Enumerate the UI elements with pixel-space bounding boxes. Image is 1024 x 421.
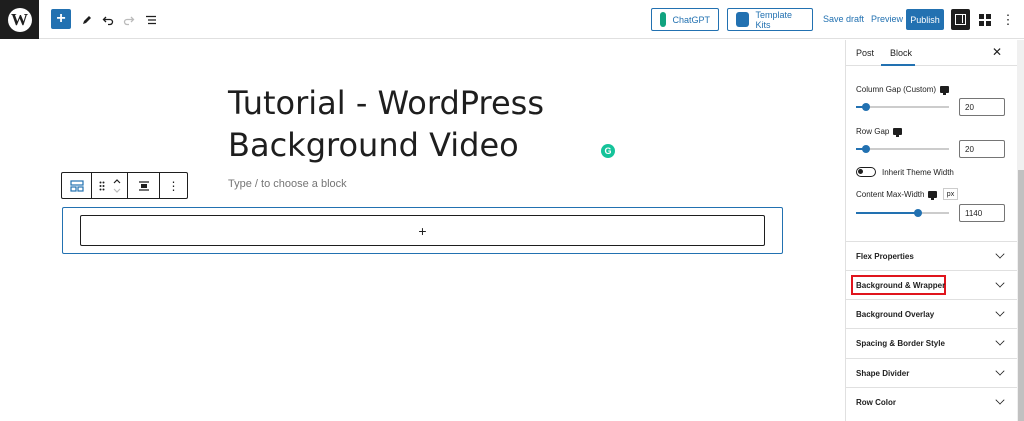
save-draft-button[interactable]: Save draft — [823, 14, 864, 24]
column-gap-slider[interactable] — [856, 103, 949, 111]
column-gap-label: Column Gap (Custom) — [856, 85, 950, 95]
more-options-icon[interactable]: ⋮ — [998, 10, 1018, 30]
block-appender-button[interactable]: + — [80, 215, 765, 246]
content-max-width-text: Content Max-Width — [856, 190, 925, 199]
chevron-down-icon — [995, 336, 1005, 346]
row-layout-icon — [69, 179, 84, 192]
template-kits-icon — [736, 12, 750, 27]
desktop-icon[interactable] — [893, 128, 903, 137]
chevron-down-icon — [995, 395, 1005, 405]
chevron-down-icon — [995, 366, 1005, 376]
align-button[interactable] — [128, 173, 160, 198]
content-max-width-slider[interactable] — [856, 209, 949, 217]
panel-title: Flex Properties — [856, 252, 914, 261]
close-icon[interactable]: ✕ — [992, 45, 1002, 59]
document-overview-icon[interactable] — [141, 10, 161, 30]
panel-title: Row Color — [856, 398, 896, 407]
plugin-blocks-icon[interactable] — [975, 10, 995, 30]
panel-shape-divider[interactable]: Shape Divider — [846, 358, 1017, 387]
row-gap-slider[interactable] — [856, 145, 949, 153]
column-gap-text: Column Gap (Custom) — [856, 85, 937, 94]
inherit-theme-width-toggle[interactable] — [856, 167, 876, 177]
panel-background-overlay[interactable]: Background Overlay — [846, 299, 1017, 328]
content-max-width-slider-thumb[interactable] — [914, 209, 922, 217]
panel-title: Background Overlay — [856, 310, 935, 319]
block-placeholder[interactable]: Type / to choose a block — [228, 178, 347, 190]
inherit-theme-width-label: Inherit Theme Width — [882, 168, 954, 177]
vertical-dots-icon: ⋮ — [167, 178, 180, 193]
preview-button[interactable]: Preview — [871, 14, 903, 24]
publish-button[interactable]: Publish — [906, 9, 944, 30]
panel-title: Background & Wrapper — [856, 281, 946, 290]
undo-icon[interactable] — [98, 10, 118, 30]
chevron-down-icon — [995, 307, 1005, 317]
sidebar-tabs: Post Block ✕ — [846, 40, 1017, 66]
settings-toggle-button[interactable] — [951, 9, 970, 30]
post-title[interactable]: Tutorial - WordPress Background Video — [228, 82, 608, 166]
chatgpt-label: ChatGPT — [672, 14, 710, 25]
row-gap-text: Row Gap — [856, 127, 890, 136]
panel-title: Spacing & Border Style — [856, 339, 945, 348]
template-kits-label: Template Kits — [755, 9, 792, 30]
active-tab-indicator — [881, 64, 915, 66]
wordpress-logo-icon: W — [7, 7, 32, 32]
wordpress-logo-button[interactable]: W — [0, 0, 39, 39]
desktop-icon[interactable] — [928, 191, 938, 200]
block-mover[interactable] — [92, 173, 128, 198]
row-gap-input[interactable]: 20 — [959, 140, 1005, 158]
redo-icon[interactable] — [119, 10, 139, 30]
chevron-down-icon — [995, 278, 1005, 288]
scrollbar-thumb[interactable] — [1018, 170, 1024, 421]
block-inserter-button[interactable]: + — [51, 9, 71, 29]
toggle-knob — [858, 169, 863, 174]
block-toolbar: ⋮ — [61, 172, 188, 199]
block-options-button[interactable]: ⋮ — [160, 173, 187, 198]
post-title-line1: Tutorial - WordPress — [228, 84, 544, 122]
desktop-icon[interactable] — [940, 86, 950, 95]
chatgpt-icon — [660, 12, 667, 27]
tools-pencil-icon[interactable] — [77, 10, 97, 30]
drag-handle-icon — [99, 181, 104, 190]
panel-title: Shape Divider — [856, 369, 910, 378]
editor-canvas: Tutorial - WordPress Background Video G … — [0, 40, 845, 421]
chatgpt-button[interactable]: ChatGPT — [651, 8, 719, 31]
row-gap-label: Row Gap — [856, 127, 903, 137]
settings-sidebar: Post Block ✕ Column Gap (Custom) 20 Row … — [845, 40, 1024, 421]
panel-flex-properties[interactable]: Flex Properties — [846, 241, 1017, 270]
move-up-down-icon — [113, 178, 120, 193]
sidebar-icon — [955, 14, 966, 25]
block-type-button[interactable] — [62, 173, 92, 198]
content-max-width-input[interactable]: 1140 — [959, 204, 1005, 222]
editor-top-bar: W + ChatGPT Template Kits Save draft Pre… — [0, 0, 1024, 39]
row-gap-slider-thumb[interactable] — [862, 145, 870, 153]
column-gap-slider-thumb[interactable] — [862, 103, 870, 111]
panel-background-wrapper[interactable]: Background & Wrapper — [846, 270, 1017, 299]
unit-selector[interactable]: px — [943, 188, 958, 200]
grammarly-icon[interactable]: G — [601, 144, 615, 158]
content-max-width-label: Content Max-Width — [856, 190, 938, 200]
tab-post[interactable]: Post — [856, 48, 874, 58]
template-kits-button[interactable]: Template Kits — [727, 8, 813, 31]
chevron-down-icon — [995, 249, 1005, 259]
post-title-line2: Background Video — [228, 126, 519, 164]
align-center-icon — [138, 180, 149, 191]
tab-block[interactable]: Block — [890, 48, 912, 58]
panel-row-color[interactable]: Row Color — [846, 387, 1017, 416]
sidebar-scrollbar[interactable] — [1017, 40, 1024, 421]
panel-spacing-border-style[interactable]: Spacing & Border Style — [846, 328, 1017, 357]
column-gap-input[interactable]: 20 — [959, 98, 1005, 116]
